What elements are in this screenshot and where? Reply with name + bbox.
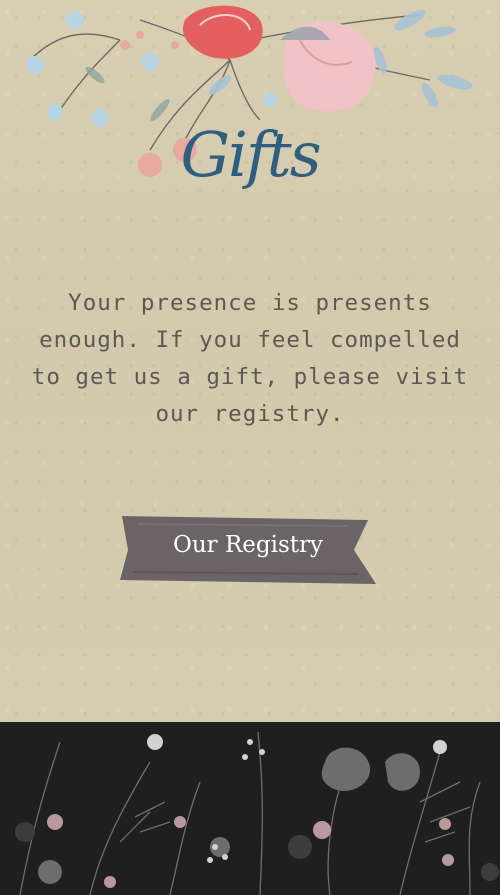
registry-message: Your presence is presents enough. If you… bbox=[31, 290, 469, 427]
page-title: Gifts bbox=[180, 118, 321, 191]
dark-floral-pattern-icon bbox=[15, 731, 499, 895]
our-registry-button[interactable]: Our Registry bbox=[118, 514, 378, 586]
our-registry-label: Our Registry bbox=[172, 532, 324, 558]
floral-footer-band bbox=[0, 722, 500, 895]
